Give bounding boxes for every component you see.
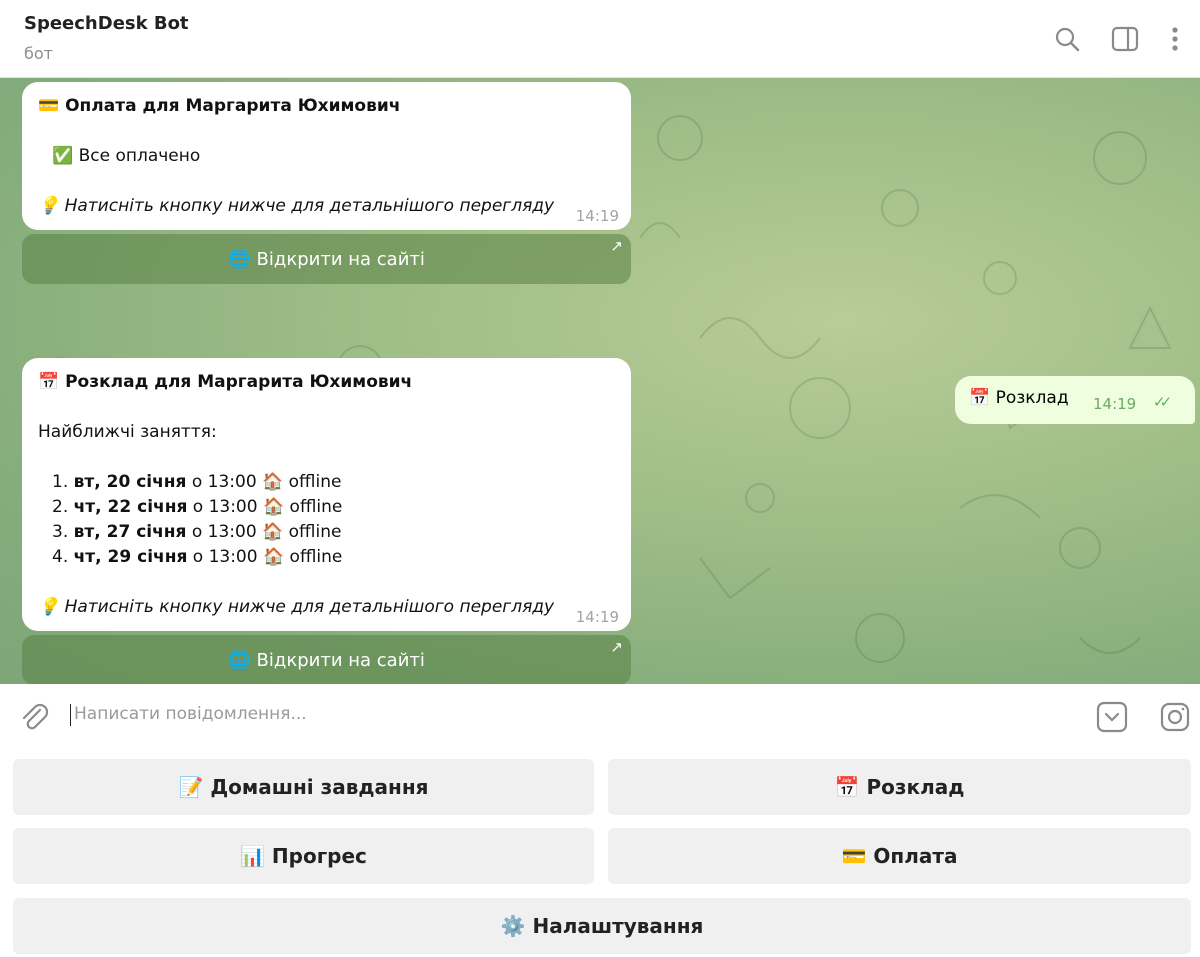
light-bulb-icon: 💡 (38, 597, 60, 617)
search-icon[interactable] (1052, 24, 1082, 54)
schedule-item-mode: offline (289, 497, 343, 517)
schedule-subtitle: Найближчі заняття: (38, 422, 217, 442)
outgoing-text-label: Розклад (995, 388, 1069, 408)
schedule-hint-text: Натисніть кнопку нижче для детальнішого … (64, 597, 555, 617)
camera-icon[interactable] (1158, 700, 1192, 734)
schedule-item: 1. вт, 20 січня о 13:00 🏠 offline (52, 472, 341, 492)
chat-area[interactable]: 💳 Оплата для Маргарита Юхимович ✅ Все оп… (0, 78, 1200, 684)
chat-subtitle: бот (24, 44, 53, 63)
house-icon: 🏠 (262, 522, 284, 542)
schedule-item-mode: offline (288, 522, 342, 542)
payment-status-text: Все оплачено (78, 146, 201, 166)
schedule-item: 4. чт, 29 січня о 13:00 🏠 offline (52, 547, 342, 567)
schedule-title-text: Розклад для Маргарита Юхимович (65, 372, 413, 392)
outgoing-text: 📅 Розклад (969, 388, 1069, 408)
chat-header: SpeechDesk Bot бот (0, 0, 1200, 78)
schedule-item: 3. вт, 27 січня о 13:00 🏠 offline (52, 522, 341, 542)
outgoing-message: 📅 Розклад 14:19 ✓✓ (955, 376, 1195, 424)
globe-icon: 🌐 (228, 248, 251, 270)
outgoing-time: 14:19 (1093, 395, 1137, 413)
schedule-item-day: вт, 20 січня (73, 472, 187, 492)
external-link-icon: ↗ (610, 237, 623, 255)
schedule-button[interactable]: 📅 Розклад (608, 759, 1191, 815)
schedule-item-day: вт, 27 січня (73, 522, 187, 542)
calendar-icon: 📅 (38, 372, 60, 392)
schedule-item-mode: offline (289, 547, 343, 567)
schedule-item-number: 1. (52, 472, 69, 492)
credit-card-icon: 💳 (38, 96, 60, 116)
light-bulb-icon: 💡 (38, 196, 60, 216)
schedule-item-mode: offline (288, 472, 342, 492)
text-caret (70, 704, 71, 726)
schedule-item-number: 4. (52, 547, 69, 567)
payment-hint: 💡 Натисніть кнопку нижче для детальнішог… (38, 196, 554, 216)
sidebar-toggle-icon[interactable] (1110, 24, 1140, 54)
payment-hint-text: Натисніть кнопку нижче для детальнішого … (64, 196, 555, 216)
schedule-item-number: 3. (52, 522, 69, 542)
payment-title: 💳 Оплата для Маргарита Юхимович (38, 96, 400, 116)
settings-button[interactable]: ⚙️ Налаштування (13, 898, 1191, 954)
payment-time: 14:19 (575, 207, 619, 225)
schedule-item-time: о 13:00 (192, 497, 258, 517)
progress-button[interactable]: 📊 Прогрес (13, 828, 594, 884)
double-check-icon: ✓✓ (1153, 393, 1172, 411)
calendar-icon: 📅 (969, 388, 991, 408)
globe-icon: 🌐 (228, 649, 251, 671)
schedule-item-time: о 13:00 (191, 472, 257, 492)
check-mark-icon: ✅ (52, 146, 74, 166)
schedule-title: 📅 Розклад для Маргарита Юхимович (38, 372, 412, 392)
schedule-open-site-button[interactable]: 🌐 Відкрити на сайті ↗ (22, 635, 631, 684)
payment-open-site-label: Відкрити на сайті (256, 248, 425, 270)
paperclip-icon[interactable] (18, 701, 50, 733)
message-input-bar: Написати повідомлення... (0, 684, 1200, 746)
house-icon: 🏠 (262, 472, 284, 492)
payment-message: 💳 Оплата для Маргарита Юхимович ✅ Все оп… (22, 82, 631, 230)
schedule-item: 2. чт, 22 січня о 13:00 🏠 offline (52, 497, 342, 517)
schedule-item-day: чт, 22 січня (73, 497, 188, 517)
schedule-item-day: чт, 29 січня (73, 547, 188, 567)
bot-keyboard-icon[interactable] (1095, 700, 1129, 734)
payment-title-text: Оплата для Маргарита Юхимович (65, 96, 401, 116)
house-icon: 🏠 (262, 547, 285, 567)
schedule-hint: 💡 Натисніть кнопку нижче для детальнішог… (38, 597, 554, 617)
payment-button[interactable]: 💳 Оплата (608, 828, 1191, 884)
schedule-time: 14:19 (575, 608, 619, 626)
schedule-open-site-label: Відкрити на сайті (256, 649, 425, 671)
schedule-message: 📅 Розклад для Маргарита Юхимович Найближ… (22, 358, 631, 631)
message-input[interactable]: Написати повідомлення... (74, 704, 307, 724)
homework-button[interactable]: 📝 Домашні завдання (13, 759, 594, 815)
more-vertical-icon[interactable] (1160, 24, 1190, 54)
chat-title[interactable]: SpeechDesk Bot (24, 13, 189, 34)
schedule-item-number: 2. (52, 497, 69, 517)
payment-status: ✅ Все оплачено (52, 146, 200, 166)
payment-open-site-button[interactable]: 🌐 Відкрити на сайті ↗ (22, 234, 631, 284)
schedule-item-time: о 13:00 (192, 547, 258, 567)
external-link-icon: ↗ (610, 638, 623, 656)
house-icon: 🏠 (262, 497, 285, 517)
schedule-item-time: о 13:00 (191, 522, 257, 542)
